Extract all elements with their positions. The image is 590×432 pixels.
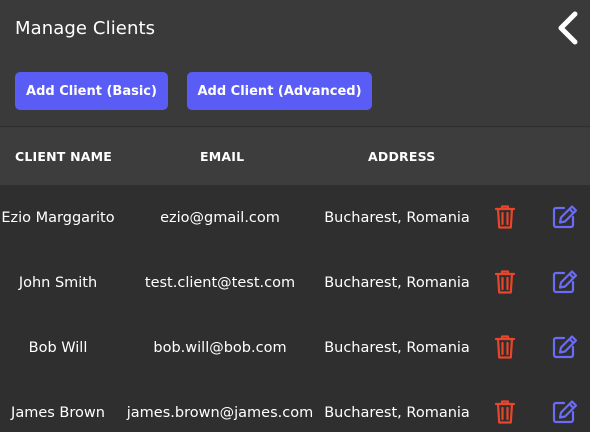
clients-table-body: Ezio Marggarito ezio@gmail.com Bucharest…	[0, 185, 590, 432]
trash-icon	[494, 335, 516, 359]
trash-icon	[494, 270, 516, 294]
edit-client-button[interactable]	[551, 203, 579, 231]
page-header: Manage Clients Add Client (Basic) Add Cl…	[0, 0, 590, 127]
delete-client-button[interactable]	[491, 203, 519, 231]
delete-client-button[interactable]	[491, 398, 519, 426]
edit-client-button[interactable]	[551, 398, 579, 426]
client-email-cell: james.brown@james.com	[126, 404, 314, 421]
client-email-cell: bob.will@bob.com	[153, 339, 287, 356]
page-title: Manage Clients	[15, 18, 156, 39]
delete-client-button[interactable]	[491, 333, 519, 361]
edit-icon	[552, 335, 578, 359]
add-client-advanced-button[interactable]: Add Client (Advanced)	[187, 72, 372, 110]
back-button[interactable]	[552, 8, 584, 48]
table-row: Ezio Marggarito ezio@gmail.com Bucharest…	[0, 185, 590, 250]
column-header-address: ADDRESS	[368, 149, 436, 164]
client-name-cell: James Brown	[11, 404, 105, 421]
edit-icon	[552, 205, 578, 229]
client-name-cell: John Smith	[18, 274, 98, 291]
edit-client-button[interactable]	[551, 333, 579, 361]
edit-icon	[552, 400, 578, 424]
edit-icon	[552, 270, 578, 294]
client-address-cell: Bucharest, Romania	[324, 209, 470, 226]
table-row: James Brown james.brown@james.com Buchar…	[0, 380, 590, 432]
client-email-cell: ezio@gmail.com	[160, 209, 280, 226]
trash-icon	[494, 205, 516, 229]
table-row: Bob Will bob.will@bob.com Bucharest, Rom…	[0, 315, 590, 380]
client-address-cell: Bucharest, Romania	[324, 339, 470, 356]
trash-icon	[494, 400, 516, 424]
client-address-cell: Bucharest, Romania	[324, 274, 470, 291]
column-header-client-name: CLIENT NAME	[15, 149, 112, 164]
delete-client-button[interactable]	[491, 268, 519, 296]
client-name-cell: Ezio Marggarito	[1, 209, 115, 226]
column-header-email: EMAIL	[200, 149, 245, 164]
chevron-left-icon	[558, 11, 578, 45]
client-email-cell: test.client@test.com	[144, 274, 296, 291]
add-client-basic-button[interactable]: Add Client (Basic)	[15, 72, 168, 110]
client-address-cell: Bucharest, Romania	[324, 404, 470, 421]
client-name-cell: Bob Will	[28, 339, 88, 356]
table-header: CLIENT NAME EMAIL ADDRESS	[0, 128, 590, 185]
edit-client-button[interactable]	[551, 268, 579, 296]
table-row: John Smith test.client@test.com Buchares…	[0, 250, 590, 315]
